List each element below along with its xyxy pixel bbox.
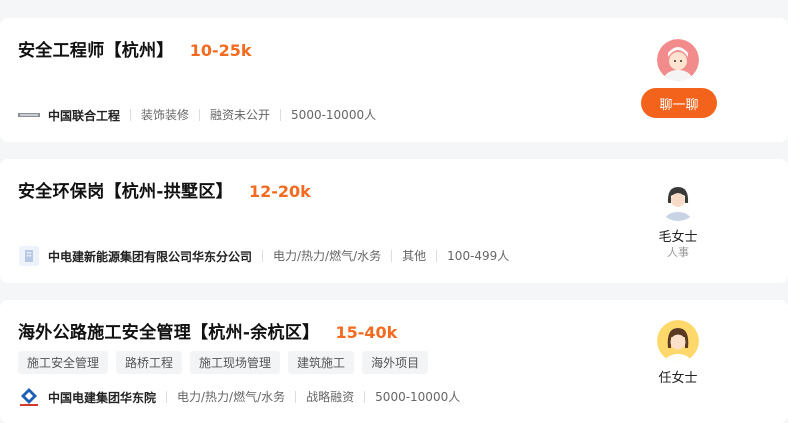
job-tag: 施工现场管理 xyxy=(190,351,281,374)
company-funding: 其他 xyxy=(391,250,436,262)
recruiter-avatar[interactable] xyxy=(657,179,699,221)
company-size: 100-499人 xyxy=(436,250,519,262)
recruiter-name: 任女士 xyxy=(658,371,698,386)
company-funding: 战略融资 xyxy=(295,391,364,403)
company-info: 中国联合工程 装饰装修 融资未公开 5000-10000人 xyxy=(18,105,386,125)
building-logo-icon xyxy=(18,246,40,266)
job-title-row: 安全环保岗【杭州-拱墅区】 12-20k xyxy=(18,177,311,202)
job-title[interactable]: 安全环保岗【杭州-拱墅区】 xyxy=(18,177,233,202)
company-industry: 电力/热力/燃气/水务 xyxy=(166,391,295,403)
company-name[interactable]: 中国电建集团华东院 xyxy=(48,389,156,406)
job-tag: 施工安全管理 xyxy=(18,351,109,374)
recruiter-avatar[interactable] xyxy=(657,39,699,81)
recruiter-avatar[interactable] xyxy=(657,320,699,362)
company-funding: 融资未公开 xyxy=(199,109,280,121)
job-card[interactable]: 海外公路施工安全管理【杭州-余杭区】 15-40k 施工安全管理 路桥工程 施工… xyxy=(0,300,788,423)
job-tag: 路桥工程 xyxy=(116,351,183,374)
powerchina-logo-icon xyxy=(18,387,40,407)
company-name[interactable]: 中国联合工程 xyxy=(48,107,120,124)
job-title-row: 海外公路施工安全管理【杭州-余杭区】 15-40k xyxy=(18,318,397,343)
company-logo-icon xyxy=(18,105,40,125)
company-industry: 电力/热力/燃气/水务 xyxy=(262,250,391,262)
job-tag: 海外项目 xyxy=(362,351,429,374)
company-industry: 装饰装修 xyxy=(130,109,199,121)
job-tags: 施工安全管理 路桥工程 施工现场管理 建筑施工 海外项目 xyxy=(18,351,429,374)
job-title-row: 安全工程师【杭州】 10-25k xyxy=(18,36,252,61)
job-title[interactable]: 安全工程师【杭州】 xyxy=(18,36,174,61)
job-card[interactable]: 安全环保岗【杭州-拱墅区】 12-20k 中电建新能源集团有限公司华东分公司 电… xyxy=(0,159,788,283)
job-salary: 10-25k xyxy=(189,41,252,60)
job-title[interactable]: 海外公路施工安全管理【杭州-余杭区】 xyxy=(18,318,319,343)
recruiter-role: 人事 xyxy=(667,246,689,259)
company-size: 5000-10000人 xyxy=(364,391,470,403)
recruiter-name: 毛女士 xyxy=(658,230,698,245)
company-info: 中电建新能源集团有限公司华东分公司 电力/热力/燃气/水务 其他 100-499… xyxy=(18,246,519,266)
job-salary: 15-40k xyxy=(335,323,398,342)
company-size: 5000-10000人 xyxy=(280,109,386,121)
job-card[interactable]: 安全工程师【杭州】 10-25k 中国联合工程 装饰装修 融资未公开 5000-… xyxy=(0,18,788,142)
chat-button[interactable]: 聊一聊 xyxy=(641,88,717,118)
company-name[interactable]: 中电建新能源集团有限公司华东分公司 xyxy=(48,248,252,265)
company-info: 中国电建集团华东院 电力/热力/燃气/水务 战略融资 5000-10000人 xyxy=(18,387,470,407)
job-salary: 12-20k xyxy=(248,182,311,201)
job-tag: 建筑施工 xyxy=(288,351,355,374)
